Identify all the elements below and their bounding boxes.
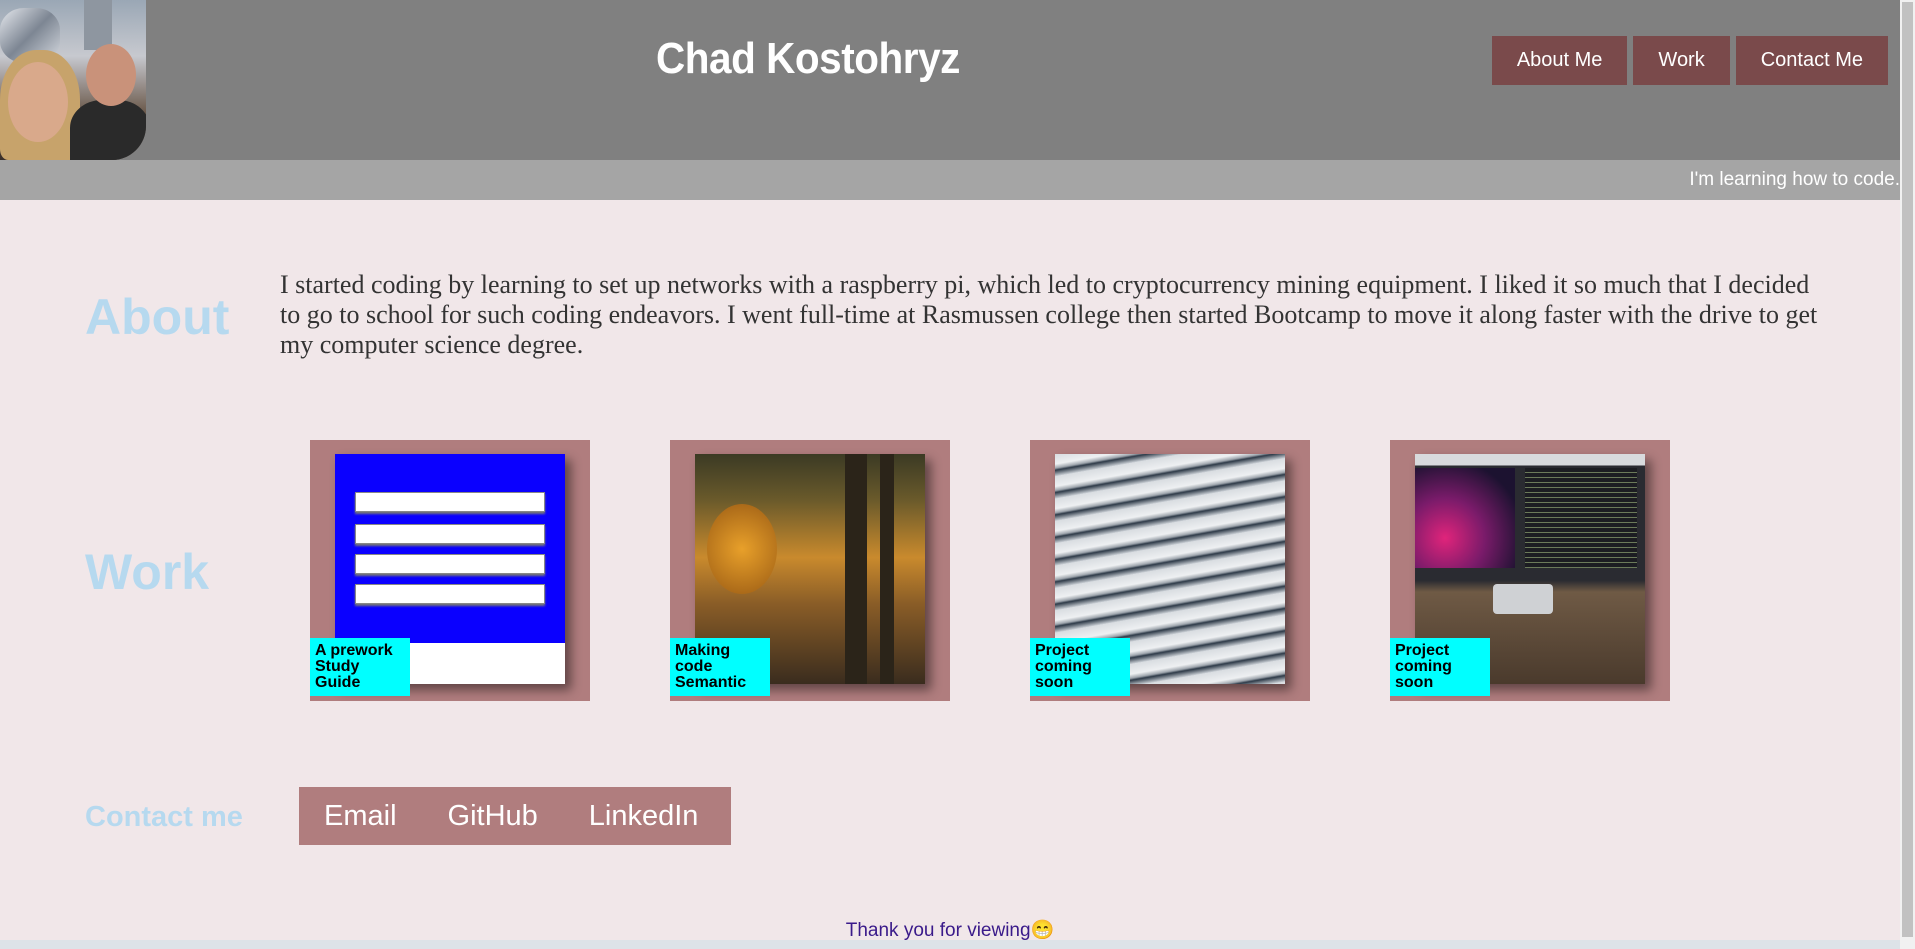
about-heading: About [85, 289, 230, 345]
site-header: Chad Kostohryz About Me Work Contact Me [0, 0, 1900, 160]
avatar-person [70, 100, 146, 160]
avatar [0, 0, 146, 160]
nav-work[interactable]: Work [1633, 36, 1730, 85]
thumbnail-graphic [845, 454, 867, 684]
vertical-scrollbar[interactable] [1900, 0, 1915, 949]
avatar-background [84, 0, 112, 50]
thumbnail-graphic [707, 504, 777, 594]
site-title: Chad Kostohryz [656, 34, 960, 83]
tagline-bar: I'm learning how to code. [0, 160, 1900, 200]
thumbnail-graphic [1415, 468, 1515, 568]
scrollbar-thumb[interactable] [1902, 2, 1913, 937]
project-card-coming-soon-1[interactable]: Project coming soon [1030, 440, 1310, 701]
github-link[interactable]: GitHub [448, 800, 538, 833]
footer-text: Thank you for viewing [845, 920, 1031, 941]
project-label: Project coming soon [1030, 638, 1130, 696]
footer: Thank you for viewing😁 [0, 918, 1900, 942]
thumbnail-graphic [880, 454, 894, 684]
email-link[interactable]: Email [324, 800, 397, 833]
avatar-person [8, 62, 68, 142]
thumbnail-graphic [335, 454, 565, 482]
project-label: Making code Semantic [670, 638, 770, 696]
nav-contact-me[interactable]: Contact Me [1735, 36, 1888, 85]
project-card-study-guide[interactable]: A prework Study Guide [310, 440, 590, 701]
contact-links: Email GitHub LinkedIn [299, 787, 731, 845]
project-label: Project coming soon [1390, 638, 1490, 696]
thumbnail-graphic [355, 492, 545, 512]
linkedin-link[interactable]: LinkedIn [589, 800, 699, 833]
thumbnail-graphic [1525, 468, 1637, 568]
project-card-semantic[interactable]: Making code Semantic [670, 440, 950, 701]
thumbnail-graphic [355, 554, 545, 574]
work-heading: Work [85, 544, 210, 600]
grin-icon: 😁 [1030, 920, 1055, 941]
about-text: I started coding by learning to set up n… [280, 270, 1818, 359]
main-nav: About Me Work Contact Me [1491, 36, 1888, 85]
thumbnail-graphic [355, 524, 545, 544]
project-label: A prework Study Guide [310, 638, 410, 696]
tagline: I'm learning how to code. [1689, 169, 1900, 190]
thumbnail-graphic [355, 584, 545, 604]
thumbnail-graphic [1493, 584, 1553, 614]
project-card-coming-soon-2[interactable]: Project coming soon [1390, 440, 1670, 701]
contact-heading: Contact me [85, 801, 243, 833]
nav-about-me[interactable]: About Me [1491, 36, 1628, 85]
window-bottom-edge [0, 940, 1900, 949]
avatar-person [86, 44, 136, 106]
